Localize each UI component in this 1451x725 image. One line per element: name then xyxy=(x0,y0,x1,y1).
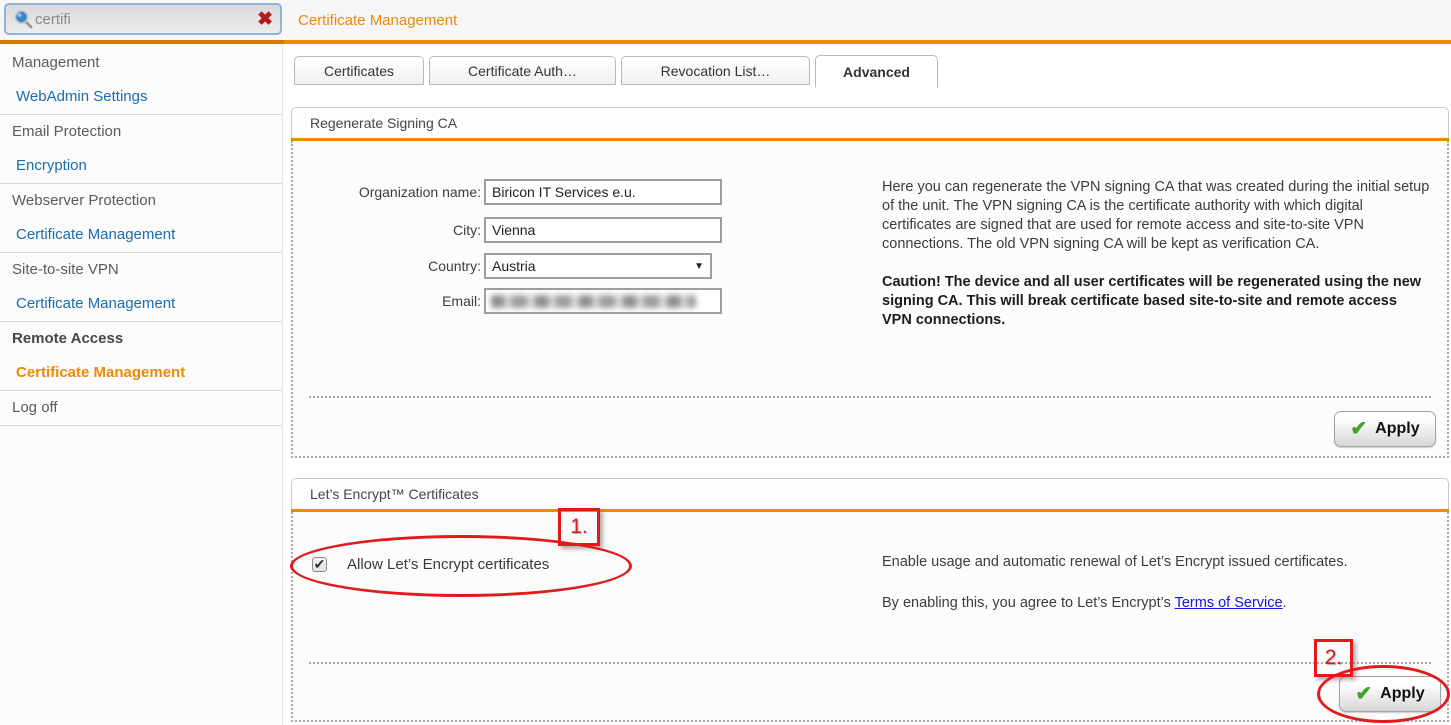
terms-of-service-link[interactable]: Terms of Service xyxy=(1175,595,1283,611)
lets-encrypt-description-column: Enable usage and automatic renewal of Le… xyxy=(882,553,1430,613)
page-title: Certificate Management xyxy=(298,12,457,29)
sidebar-item-email-protection[interactable]: Email Protection xyxy=(0,115,282,149)
tab-certificate-authority[interactable]: Certificate Auth… xyxy=(429,56,616,85)
lets-encrypt-section-title: Let’s Encrypt™ Certificates xyxy=(291,478,1449,509)
email-value-redacted xyxy=(491,295,696,308)
regenerate-section-title: Regenerate Signing CA xyxy=(291,107,1449,138)
terms-agreement-prefix: By enabling this, you agree to Let’s Enc… xyxy=(882,595,1175,611)
terms-agreement-suffix: . xyxy=(1283,595,1287,611)
city-label: City: xyxy=(303,217,481,243)
sidebar-item-remote-certificate-management-active[interactable]: Certificate Management xyxy=(0,356,282,390)
sidebar-item-management[interactable]: Management xyxy=(0,46,282,80)
sidebar-item-s2s-certificate-management[interactable]: Certificate Management xyxy=(0,287,282,321)
city-field[interactable] xyxy=(484,217,722,243)
regenerate-description-text: Here you can regenerate the VPN signing … xyxy=(882,178,1430,254)
email-field[interactable] xyxy=(484,288,722,314)
sidebar-item-webadmin-settings[interactable]: WebAdmin Settings xyxy=(0,80,282,114)
annotation-circle-apply xyxy=(1317,665,1450,723)
organization-name-field[interactable] xyxy=(484,179,722,205)
apply-button-label: Apply xyxy=(1375,420,1419,438)
sidebar-divider xyxy=(0,425,282,426)
sidebar-item-webserver-certificate-management[interactable]: Certificate Management xyxy=(0,218,282,252)
check-icon: ✔ xyxy=(1350,419,1367,439)
search-value: certifi xyxy=(35,11,257,28)
regenerate-caution-text: Caution! The device and all user certifi… xyxy=(882,273,1430,330)
sidebar-item-webserver-protection[interactable]: Webserver Protection xyxy=(0,184,282,218)
organization-name-label: Organization name: xyxy=(303,179,481,205)
sidebar-item-remote-access[interactable]: Remote Access xyxy=(0,322,282,356)
search-input[interactable]: certifi ✖ xyxy=(4,3,282,35)
lets-encrypt-description-text: Enable usage and automatic renewal of Le… xyxy=(882,553,1430,572)
terms-agreement-text: By enabling this, you agree to Let’s Enc… xyxy=(882,594,1430,613)
clear-search-icon[interactable]: ✖ xyxy=(257,10,273,29)
regenerate-description-column: Here you can regenerate the VPN signing … xyxy=(882,178,1430,330)
sidebar-menu: Management WebAdmin Settings Email Prote… xyxy=(0,44,283,725)
tab-revocation-lists[interactable]: Revocation List… xyxy=(621,56,810,85)
sidebar-item-site-to-site-vpn[interactable]: Site-to-site VPN xyxy=(0,253,282,287)
country-select[interactable]: Austria ▼ xyxy=(484,253,712,279)
email-label: Email: xyxy=(303,288,481,314)
chevron-down-icon: ▼ xyxy=(694,261,704,272)
sidebar-item-encryption[interactable]: Encryption xyxy=(0,149,282,183)
tab-advanced[interactable]: Advanced xyxy=(815,55,938,88)
dotted-separator xyxy=(309,396,1431,398)
regenerate-apply-button[interactable]: ✔ Apply xyxy=(1334,411,1436,447)
annotation-circle-checkbox xyxy=(290,535,632,597)
search-icon xyxy=(13,9,33,29)
regenerate-signing-ca-section: Regenerate Signing CA Organization name:… xyxy=(291,107,1449,458)
tab-certificates[interactable]: Certificates xyxy=(294,56,424,85)
lets-encrypt-section: Let’s Encrypt™ Certificates ✔ Allow Let’… xyxy=(291,478,1449,722)
country-label: Country: xyxy=(303,253,481,279)
sidebar-item-log-off[interactable]: Log off xyxy=(0,391,282,425)
dotted-separator xyxy=(309,662,1431,664)
country-selected-value: Austria xyxy=(492,258,536,274)
